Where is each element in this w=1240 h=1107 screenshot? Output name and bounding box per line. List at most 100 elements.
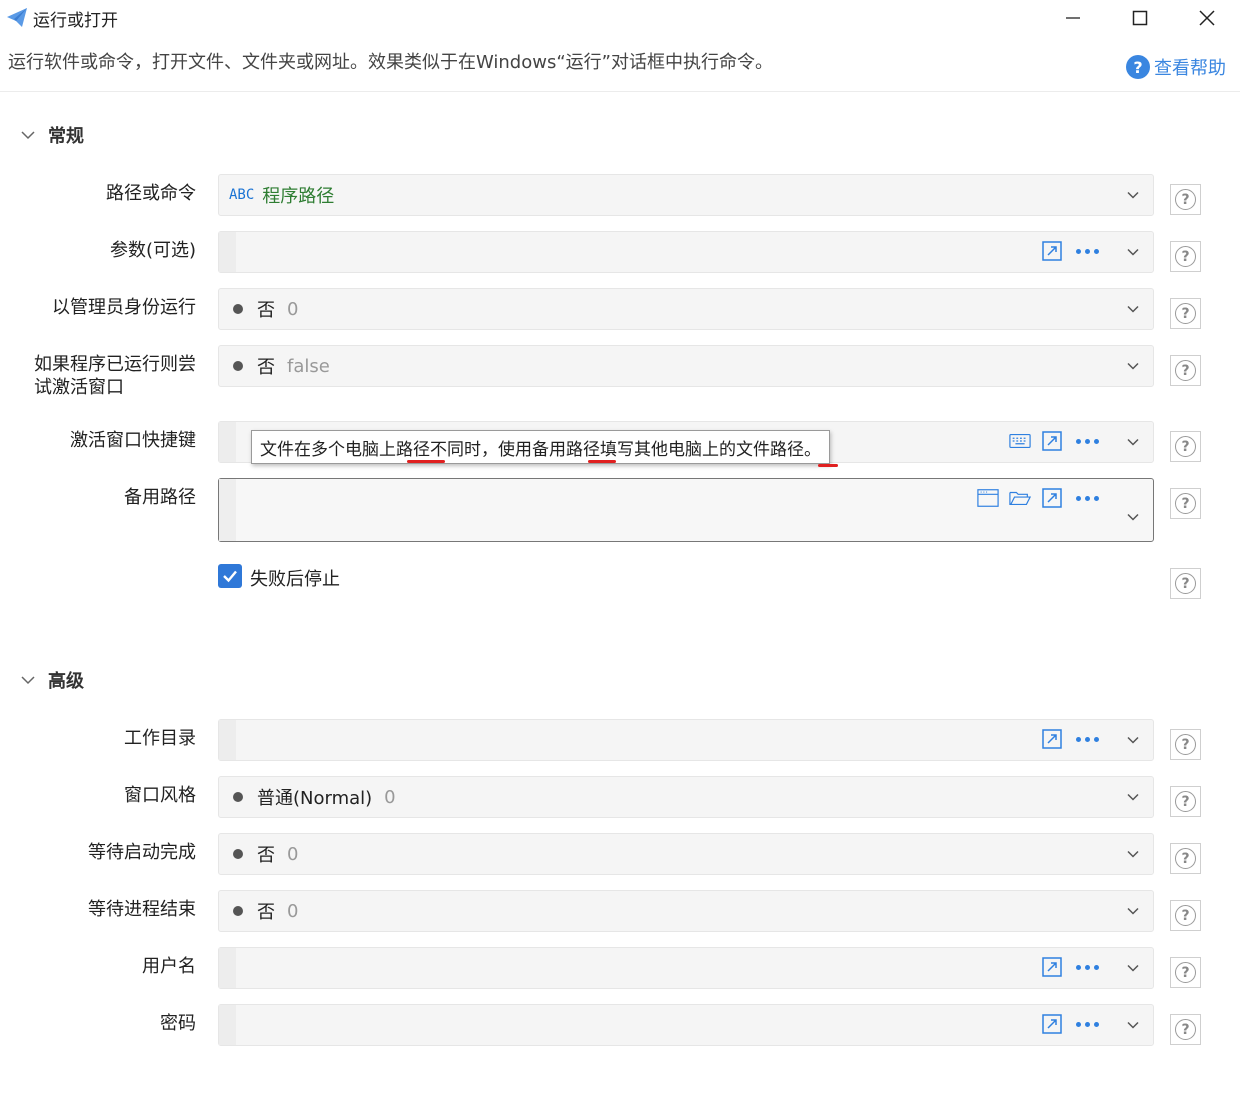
- question-icon: ?: [1175, 848, 1196, 869]
- question-icon: ?: [1175, 189, 1196, 210]
- backup-path-tooltip: 文件在多个电脑上路径不同时，使用备用路径填写其他电脑上的文件路径。: [251, 430, 830, 464]
- help-button-backup[interactable]: ?: [1170, 488, 1201, 519]
- expand-editor-icon[interactable]: [1041, 240, 1063, 262]
- question-icon: ?: [1175, 573, 1196, 594]
- stop-on-fail-label[interactable]: 失败后停止: [250, 565, 340, 591]
- help-link[interactable]: ? 查看帮助: [1126, 54, 1226, 80]
- help-button-args[interactable]: ?: [1170, 241, 1201, 272]
- close-icon: [1199, 10, 1215, 26]
- header-divider: [0, 91, 1240, 92]
- minimize-button[interactable]: [1040, 0, 1106, 36]
- activate-if-running-value: 否: [257, 357, 275, 378]
- help-button-path[interactable]: ?: [1170, 184, 1201, 215]
- password-input[interactable]: [218, 1004, 1154, 1046]
- wait-start-select[interactable]: 否0: [218, 833, 1154, 875]
- help-button-wait-start[interactable]: ?: [1170, 843, 1201, 874]
- more-icon[interactable]: [1073, 240, 1101, 262]
- question-icon: ?: [1175, 303, 1196, 324]
- window-style-raw: 0: [384, 786, 396, 808]
- wait-start-raw: 0: [287, 843, 299, 865]
- expand-editor-icon[interactable]: [1041, 430, 1063, 452]
- wait-exit-value: 否: [257, 902, 275, 923]
- text-type-tag: ABC: [229, 187, 255, 203]
- run-as-admin-select[interactable]: 否0: [218, 288, 1154, 330]
- close-button[interactable]: [1174, 0, 1240, 36]
- window-picker-icon[interactable]: [977, 487, 999, 509]
- wait-exit-label: 等待进程结束: [88, 899, 196, 920]
- question-icon: ?: [1175, 962, 1196, 983]
- more-icon[interactable]: [1073, 956, 1101, 978]
- path-select[interactable]: ABC 程序路径: [218, 174, 1154, 216]
- chevron-down-icon[interactable]: [1125, 187, 1141, 203]
- chevron-down-icon[interactable]: [1125, 732, 1141, 748]
- keyboard-icon[interactable]: [1009, 430, 1031, 452]
- wait-exit-select[interactable]: 否0: [218, 890, 1154, 932]
- expand-editor-icon[interactable]: [1041, 728, 1063, 750]
- description-text: 运行软件或命令，打开文件、文件夹或网址。效果类似于在Windows“运行”对话框…: [8, 52, 773, 73]
- send-icon: [5, 6, 29, 30]
- maximize-button[interactable]: [1107, 0, 1173, 36]
- chevron-down-icon[interactable]: [1125, 358, 1141, 374]
- work-dir-input[interactable]: [218, 719, 1154, 761]
- help-icon: ?: [1126, 55, 1150, 79]
- username-label: 用户名: [142, 956, 196, 977]
- help-button-username[interactable]: ?: [1170, 957, 1201, 988]
- help-button-stop[interactable]: ?: [1170, 568, 1201, 599]
- path-value: 程序路径: [262, 186, 335, 207]
- red-underline-mark: [407, 460, 445, 463]
- more-icon[interactable]: [1073, 430, 1101, 452]
- minimize-icon: [1066, 17, 1080, 19]
- question-icon: ?: [1175, 493, 1196, 514]
- run-as-admin-value: 否: [257, 300, 275, 321]
- window-title: 运行或打开: [33, 11, 118, 31]
- help-button-hotkey[interactable]: ?: [1170, 431, 1201, 462]
- chevron-down-icon[interactable]: [1125, 301, 1141, 317]
- help-button-wait-exit[interactable]: ?: [1170, 900, 1201, 931]
- stop-on-fail-checkbox[interactable]: [218, 564, 242, 588]
- question-icon: ?: [1175, 1019, 1196, 1040]
- help-link-label: 查看帮助: [1154, 58, 1226, 79]
- general-section-toggle[interactable]: [20, 127, 36, 147]
- help-button-style[interactable]: ?: [1170, 786, 1201, 817]
- help-button-workdir[interactable]: ?: [1170, 729, 1201, 760]
- help-button-password[interactable]: ?: [1170, 1014, 1201, 1045]
- activate-hotkey-label: 激活窗口快捷键: [70, 430, 196, 451]
- window-style-label: 窗口风格: [124, 785, 196, 806]
- more-icon[interactable]: [1073, 728, 1101, 750]
- wait-exit-raw: 0: [287, 900, 299, 922]
- folder-open-icon[interactable]: [1009, 487, 1031, 509]
- more-icon[interactable]: [1073, 487, 1101, 509]
- chevron-down-icon[interactable]: [1125, 960, 1141, 976]
- chevron-down-icon[interactable]: [1125, 846, 1141, 862]
- backup-path-input[interactable]: [218, 478, 1154, 542]
- activate-if-running-label: 如果程序已运行则尝 试激活窗口: [34, 354, 196, 398]
- window-style-select[interactable]: 普通(Normal) 0: [218, 776, 1154, 818]
- section-title-advanced: 高级: [48, 671, 84, 692]
- activate-if-running-select[interactable]: 否 false: [218, 345, 1154, 387]
- expand-editor-icon[interactable]: [1041, 487, 1063, 509]
- wait-start-value: 否: [257, 845, 275, 866]
- args-input[interactable]: [218, 231, 1154, 273]
- chevron-down-icon[interactable]: [1125, 1017, 1141, 1033]
- chevron-down-icon[interactable]: [1125, 903, 1141, 919]
- expand-editor-icon[interactable]: [1041, 1013, 1063, 1035]
- more-icon[interactable]: [1073, 1013, 1101, 1035]
- username-input[interactable]: [218, 947, 1154, 989]
- question-icon: ?: [1175, 791, 1196, 812]
- chevron-down-icon[interactable]: [1125, 434, 1141, 450]
- work-dir-label: 工作目录: [124, 728, 196, 749]
- question-icon: ?: [1175, 246, 1196, 267]
- expand-editor-icon[interactable]: [1041, 956, 1063, 978]
- advanced-section-toggle[interactable]: [20, 672, 36, 692]
- chevron-down-icon[interactable]: [1125, 244, 1141, 260]
- path-label: 路径或命令: [106, 183, 196, 204]
- activate-if-running-raw: false: [287, 355, 330, 377]
- help-button-activate[interactable]: ?: [1170, 355, 1201, 386]
- run-as-admin-raw: 0: [287, 298, 299, 320]
- password-label: 密码: [160, 1013, 196, 1034]
- help-button-admin[interactable]: ?: [1170, 298, 1201, 329]
- run-as-admin-label: 以管理员身份运行: [52, 297, 196, 318]
- window-style-value: 普通(Normal): [257, 788, 373, 809]
- chevron-down-icon[interactable]: [1125, 789, 1141, 805]
- chevron-down-icon[interactable]: [1125, 509, 1141, 525]
